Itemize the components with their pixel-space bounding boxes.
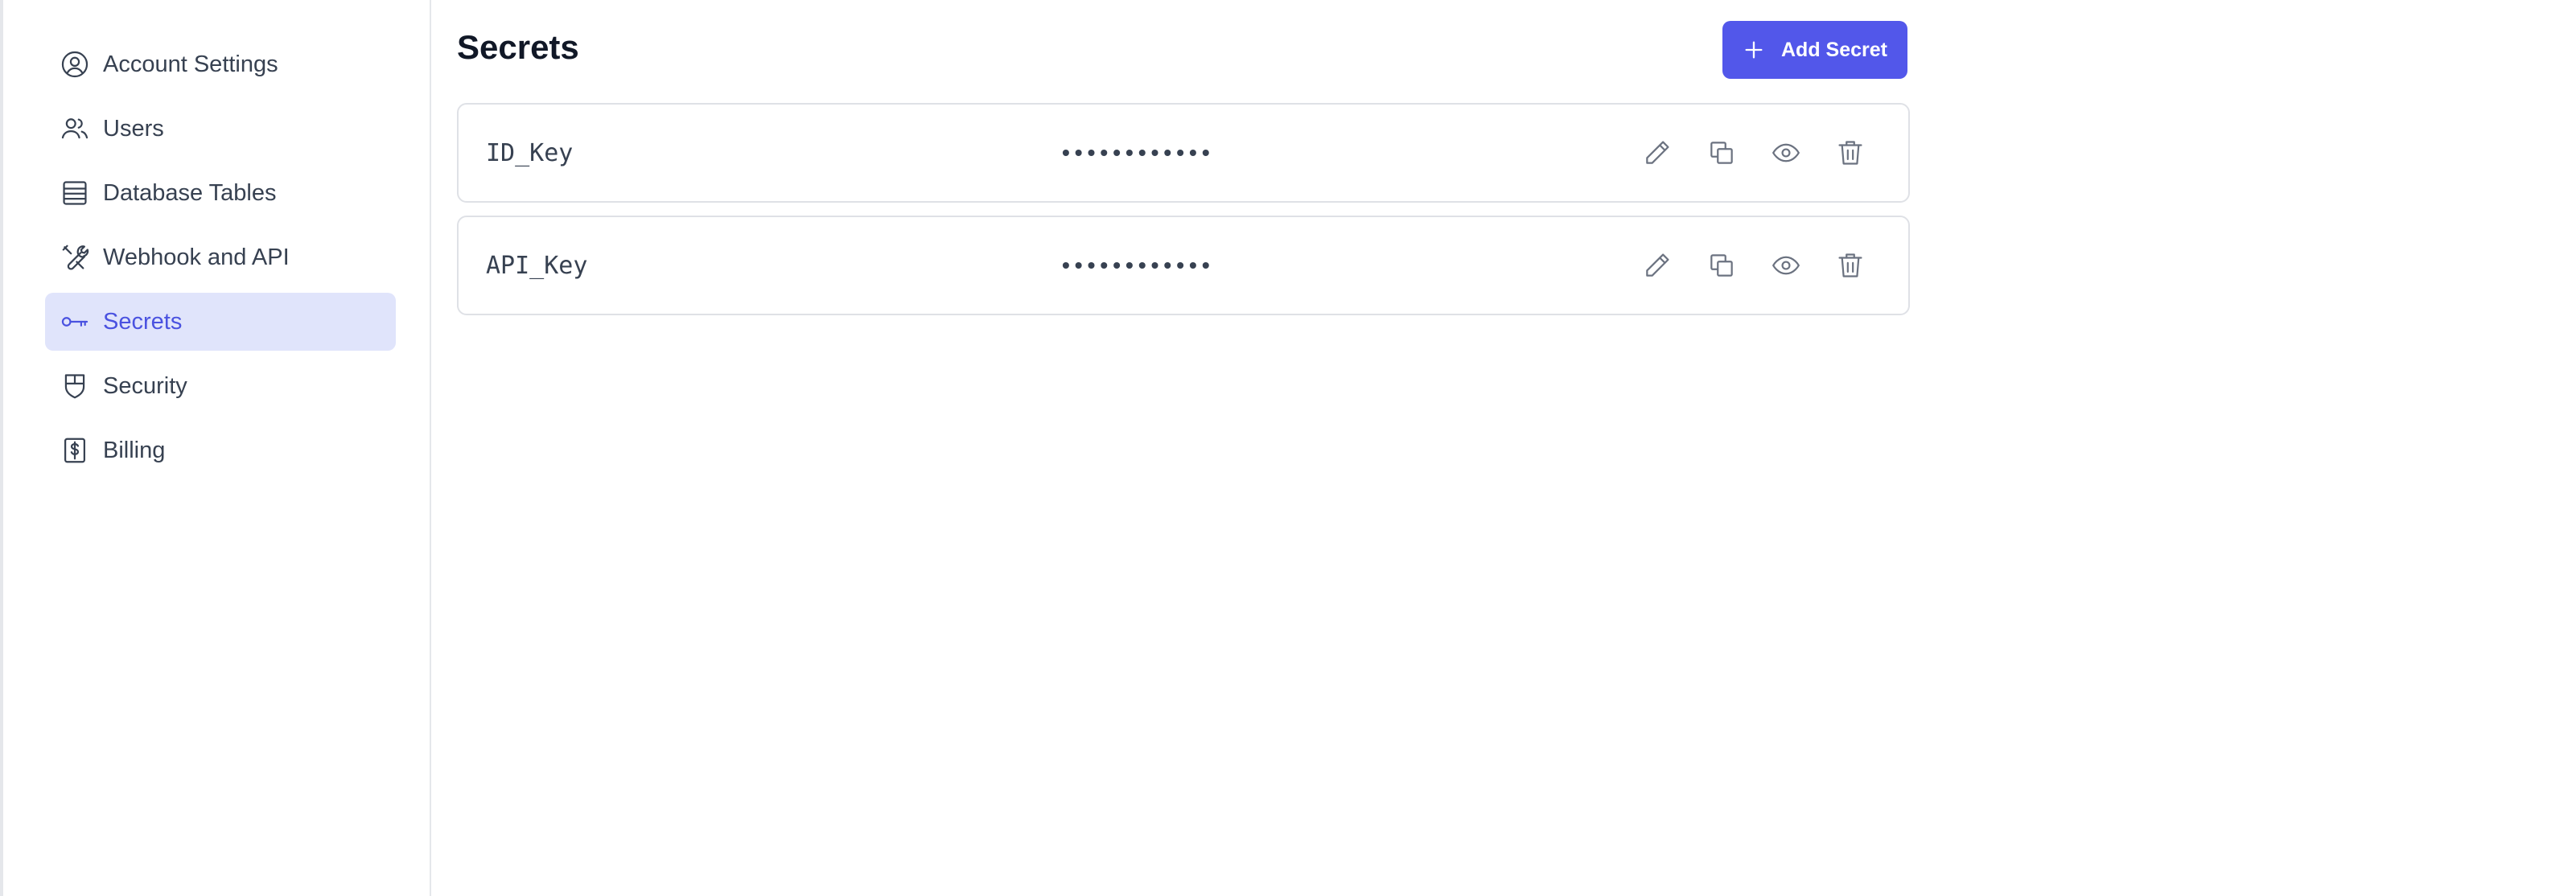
secret-actions (1641, 249, 1866, 282)
wrench-screwdriver-icon (60, 242, 90, 273)
sidebar-item-label: Users (103, 115, 164, 142)
users-icon (60, 113, 90, 144)
edit-secret-button[interactable] (1641, 249, 1673, 282)
key-icon (60, 306, 90, 337)
add-secret-label: Add Secret (1781, 38, 1887, 61)
settings-nav: Account Settings Users Database Tables W… (45, 35, 396, 486)
sidebar-item-users[interactable]: Users (45, 100, 396, 158)
copy-icon (1710, 142, 1733, 164)
user-circle-icon (60, 49, 90, 80)
dollar-icon (60, 435, 90, 466)
page-title: Secrets (457, 28, 579, 66)
add-secret-button[interactable]: Add Secret (1722, 21, 1907, 79)
secret-name: ID_Key (486, 138, 574, 167)
copy-secret-button[interactable] (1706, 249, 1738, 282)
delete-secret-button[interactable] (1834, 249, 1866, 282)
secret-row: API_Key •••••••••••• (457, 216, 1910, 315)
eye-icon (1772, 256, 1800, 275)
eye-icon (1772, 143, 1800, 162)
sidebar-item-billing[interactable]: Billing (45, 421, 396, 479)
sidebar-item-webhook-api[interactable]: Webhook and API (45, 228, 396, 286)
pencil-icon (1646, 253, 1669, 277)
sidebar-item-label: Security (103, 372, 187, 399)
copy-secret-button[interactable] (1706, 137, 1738, 169)
reveal-secret-button[interactable] (1770, 249, 1802, 282)
sidebar-item-label: Database Tables (103, 179, 277, 206)
sidebar-item-security[interactable]: Security (45, 357, 396, 415)
secret-masked-value: •••••••••••• (1062, 140, 1215, 165)
sidebar-item-database-tables[interactable]: Database Tables (45, 164, 396, 222)
sidebar-item-label: Secrets (103, 308, 183, 335)
secret-row: ID_Key •••••••••••• (457, 103, 1910, 203)
sidebar-item-label: Webhook and API (103, 244, 290, 270)
copy-icon (1710, 254, 1733, 277)
table-icon (60, 178, 90, 208)
plus-icon (1743, 39, 1765, 61)
sidebar-item-label: Account Settings (103, 51, 278, 77)
sidebar-item-secrets[interactable]: Secrets (45, 293, 396, 351)
sidebar-item-label: Billing (103, 437, 166, 463)
secret-actions (1641, 137, 1866, 169)
sidebar-item-account-settings[interactable]: Account Settings (45, 35, 396, 93)
pencil-icon (1646, 141, 1669, 164)
secret-name: API_Key (486, 251, 588, 280)
reveal-secret-button[interactable] (1770, 137, 1802, 169)
sidebar: Account Settings Users Database Tables W… (0, 0, 431, 896)
secret-masked-value: •••••••••••• (1062, 253, 1215, 277)
trash-icon (1838, 141, 1862, 165)
shield-icon (60, 371, 90, 401)
edit-secret-button[interactable] (1641, 137, 1673, 169)
trash-icon (1838, 253, 1862, 277)
delete-secret-button[interactable] (1834, 137, 1866, 169)
